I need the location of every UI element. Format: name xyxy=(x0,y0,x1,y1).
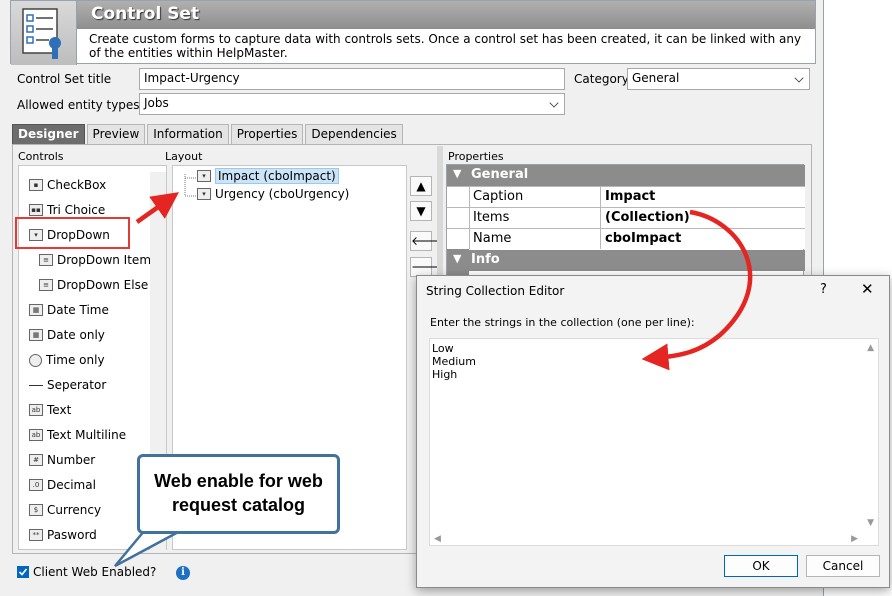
arrow-to-layout-icon xyxy=(135,192,180,224)
annotation-arrows xyxy=(135,192,753,371)
arrow-to-collection-icon xyxy=(641,209,753,371)
